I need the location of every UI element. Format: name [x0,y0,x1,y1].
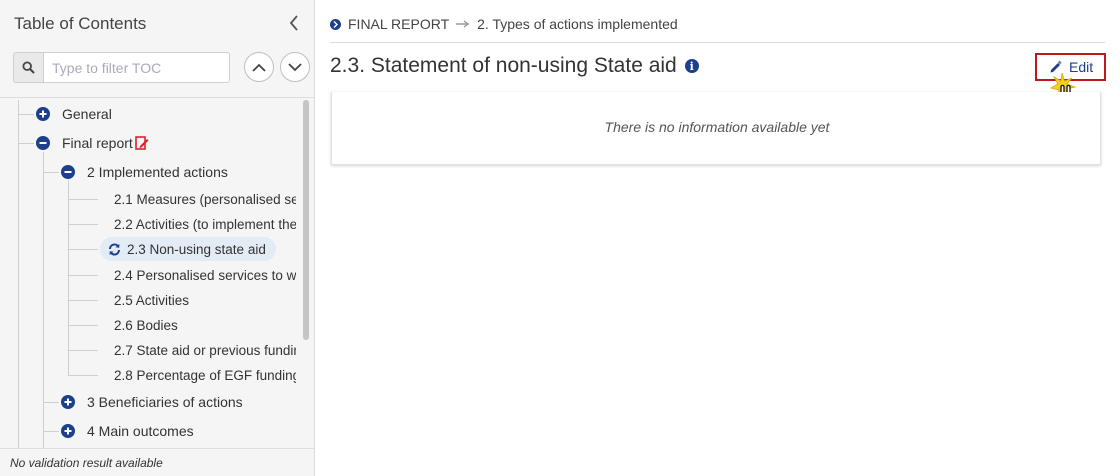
chevron-right-circle-icon [330,18,341,30]
chevron-down-icon [288,62,302,71]
toc-title: Table of Contents [14,14,147,33]
section-title: 2.3. Statement of non-using State aid i [330,54,699,78]
toc-leaf-2-2[interactable]: 2.2 Activities (to implement the I [114,213,296,235]
toc-item-beneficiaries[interactable]: 3 Beneficiaries of actions [61,391,243,413]
toc-leaf-label: 2.5 Activities [114,292,190,308]
pencil-icon [1049,60,1063,74]
next-match-button[interactable] [280,52,310,82]
breadcrumb: FINAL REPORT 2. Types of actions impleme… [330,14,678,34]
content-panel: There is no information available yet [331,92,1101,165]
minus-circle-icon[interactable] [61,165,75,179]
toc-item-final-report[interactable]: Final report [36,132,149,154]
toc-item-label: General [62,106,112,122]
search-button[interactable] [13,52,43,83]
toc-leaf-2-6[interactable]: 2.6 Bodies [114,314,296,336]
toc-leaf-2-5[interactable]: 2.5 Activities [114,289,296,311]
refresh-icon [108,242,121,256]
info-icon[interactable]: i [684,59,699,73]
toc-leaf-label: 2.7 State aid or previous funding [114,342,296,358]
toc-leaf-label: 2.2 Activities (to implement the I [114,216,296,232]
previous-match-button[interactable] [244,52,274,82]
plus-circle-icon[interactable] [61,424,75,438]
chevron-left-icon [289,15,298,31]
toc-item-label: 3 Beneficiaries of actions [87,394,243,410]
page-title: 2.3. Statement of non-using State aid [330,54,677,77]
toc-filter-row [0,50,314,86]
breadcrumb-divider [330,42,1105,43]
toc-sidebar: Table of Contents Type to filter TOC Gen… [0,0,315,476]
toc-leaf-label: 2.8 Percentage of EGF funding [114,367,296,383]
validation-status: No validation result available [0,448,314,476]
breadcrumb-root[interactable]: FINAL REPORT [348,16,449,32]
toc-header: Table of Contents [0,0,314,48]
toc-leaf-label: 2.6 Bodies [114,317,178,333]
toc-item-label: Final report [62,135,133,151]
toc-scrollbar[interactable] [303,100,309,340]
toc-leaf-2-3-active[interactable]: 2.3 Non-using state aid [100,237,276,261]
collapse-toc-button[interactable] [284,12,304,34]
toc-leaf-2-1[interactable]: 2.1 Measures (personalised ser [114,188,296,210]
toc-item-label: 2 Implemented actions [87,164,228,180]
toc-item-implemented-actions[interactable]: 2 Implemented actions [61,161,228,183]
toc-leaf-label: 2.1 Measures (personalised ser [114,191,296,207]
plus-circle-icon[interactable] [36,107,50,121]
toc-item-main-outcomes[interactable]: 4 Main outcomes [61,420,194,442]
toc-leaf-2-4[interactable]: 2.4 Personalised services to wo [114,264,296,286]
toc-item-label: 4 Main outcomes [87,423,194,439]
plus-circle-icon[interactable] [61,395,75,409]
toc-item-general[interactable]: General [36,103,112,125]
toc-leaf-2-8[interactable]: 2.8 Percentage of EGF funding [114,364,296,386]
edit-document-icon [135,135,149,151]
chevron-up-icon [252,63,266,72]
toc-leaf-label: 2.3 Non-using state aid [127,241,266,257]
breadcrumb-current[interactable]: 2. Types of actions implemented [477,16,678,32]
toc-filter-input[interactable] [43,52,230,83]
arrow-right-icon [456,20,470,28]
search-icon [22,61,35,74]
toc-tree: General Final report 2 Implemented actio… [0,98,314,448]
toc-leaf-2-7[interactable]: 2.7 State aid or previous funding [114,339,296,361]
toc-leaf-label: 2.4 Personalised services to wo [114,267,296,283]
empty-state-message: There is no information available yet [604,119,830,135]
minus-circle-icon[interactable] [36,136,50,150]
